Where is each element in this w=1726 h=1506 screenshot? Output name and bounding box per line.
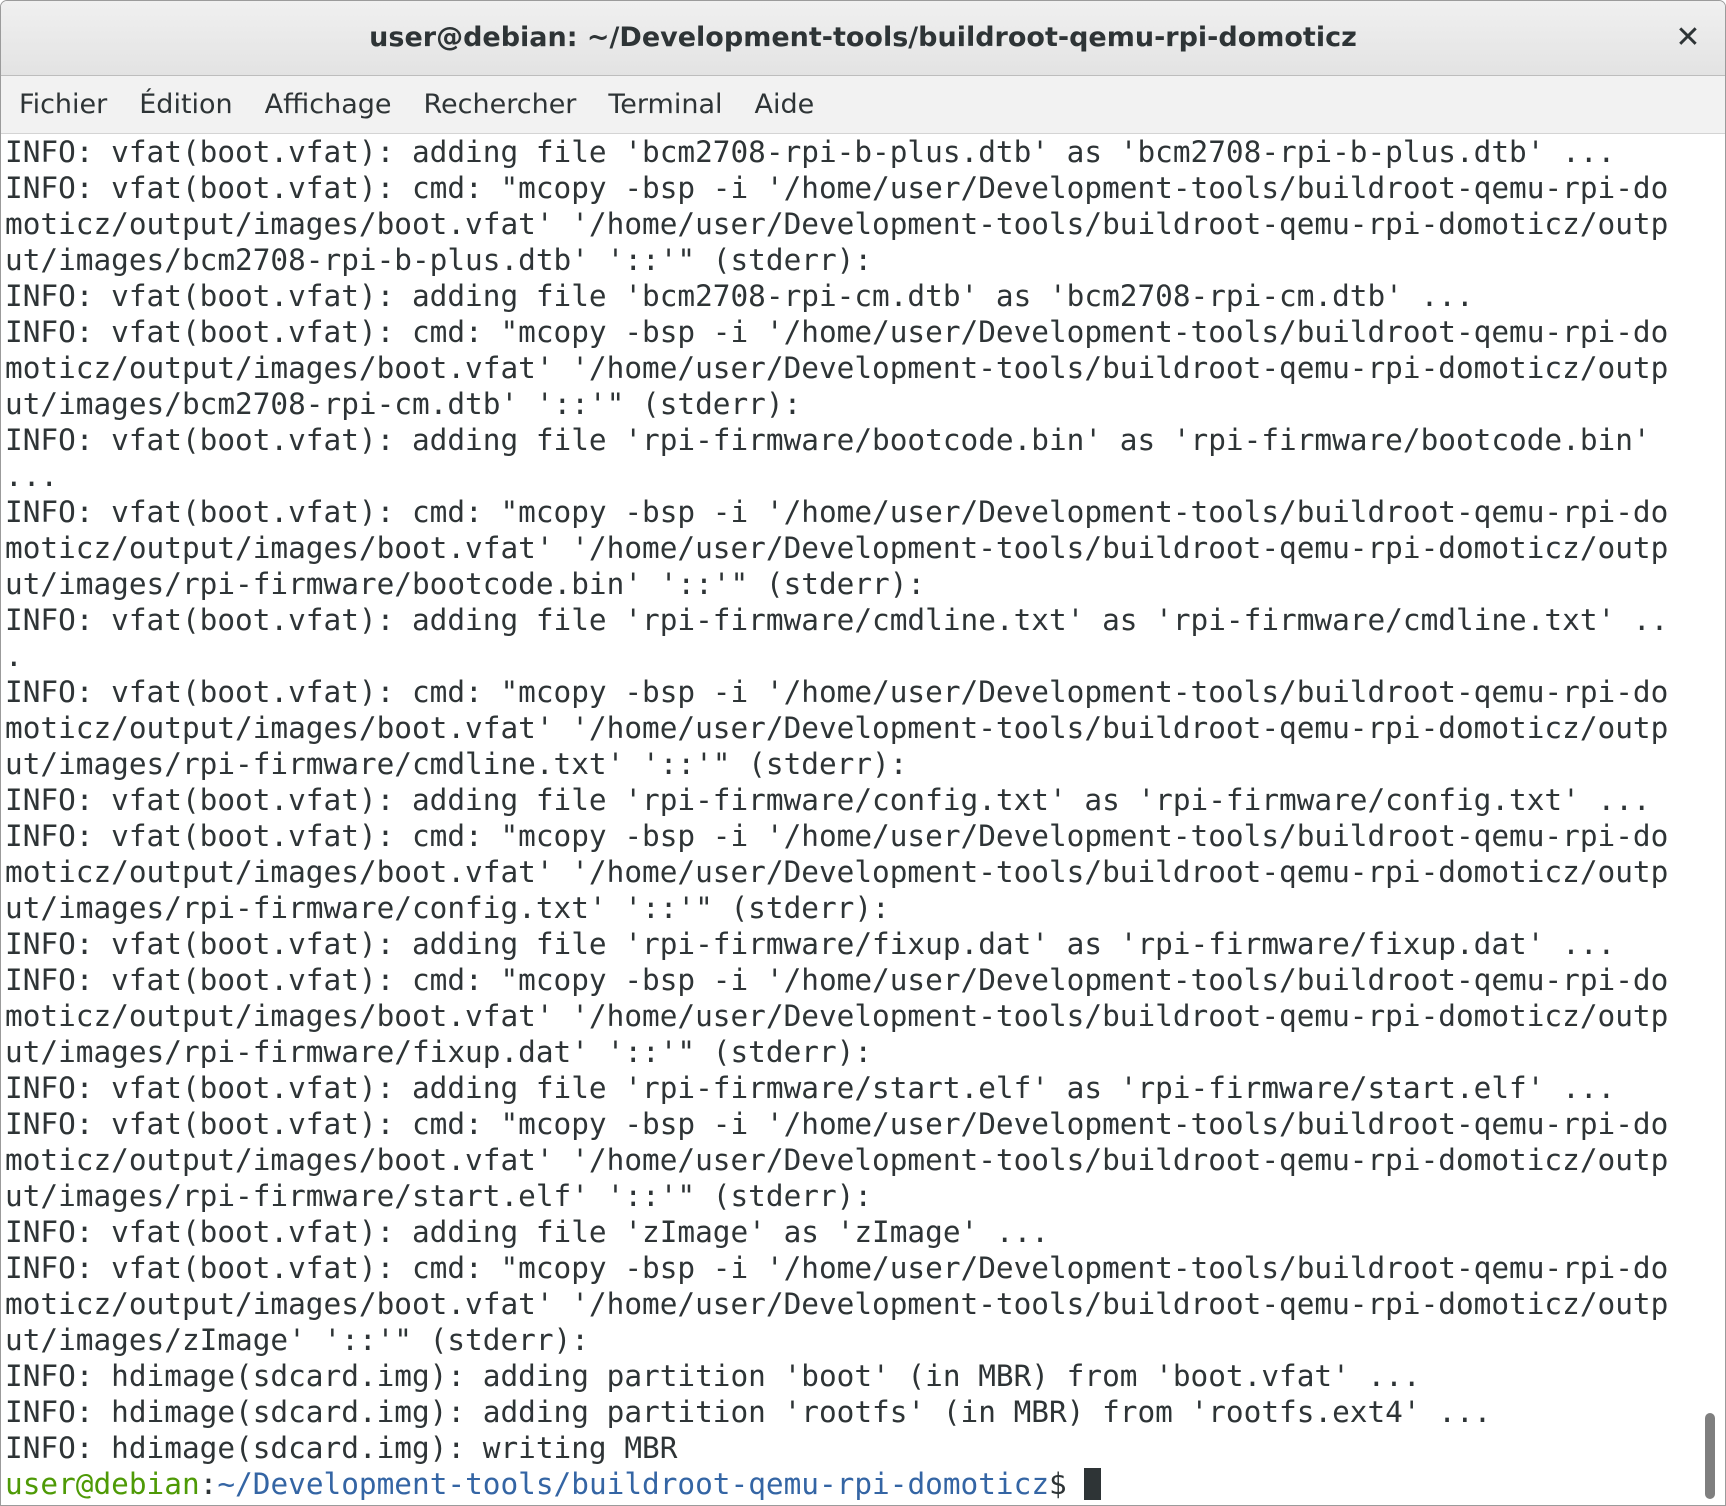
terminal-line: INFO: vfat(boot.vfat): adding file 'bcm2… xyxy=(5,279,1474,313)
terminal-line: moticz/output/images/boot.vfat' '/home/u… xyxy=(5,531,1669,565)
terminal-line: ut/images/bcm2708-rpi-b-plus.dtb' '::'" … xyxy=(5,243,873,277)
menu-edition[interactable]: Édition xyxy=(123,76,248,133)
prompt-user-host: user@debian xyxy=(5,1467,200,1501)
menu-aide[interactable]: Aide xyxy=(739,76,831,133)
menu-terminal[interactable]: Terminal xyxy=(592,76,738,133)
scrollbar[interactable] xyxy=(1695,134,1725,1505)
terminal-window: user@debian: ~/Development-tools/buildro… xyxy=(0,0,1726,1506)
terminal-line: moticz/output/images/boot.vfat' '/home/u… xyxy=(5,855,1669,889)
prompt-path: ~/Development-tools/buildroot-qemu-rpi-d… xyxy=(217,1467,1050,1501)
terminal-line: INFO: vfat(boot.vfat): cmd: "mcopy -bsp … xyxy=(5,315,1669,349)
terminal-line: moticz/output/images/boot.vfat' '/home/u… xyxy=(5,999,1669,1033)
terminal-line: moticz/output/images/boot.vfat' '/home/u… xyxy=(5,711,1669,745)
terminal-line: INFO: vfat(boot.vfat): cmd: "mcopy -bsp … xyxy=(5,1251,1669,1285)
terminal-line: ut/images/zImage' '::'" (stderr): xyxy=(5,1323,589,1357)
window-title: user@debian: ~/Development-tools/buildro… xyxy=(369,22,1357,53)
terminal-lines: INFO: vfat(boot.vfat): adding file 'bcm2… xyxy=(1,134,1695,1466)
terminal-line: INFO: vfat(boot.vfat): adding file 'rpi-… xyxy=(5,1071,1616,1105)
terminal-line: ut/images/rpi-firmware/config.txt' '::'"… xyxy=(5,891,890,925)
terminal-line: ... xyxy=(5,459,59,493)
terminal-line: INFO: vfat(boot.vfat): cmd: "mcopy -bsp … xyxy=(5,495,1669,529)
terminal-line: moticz/output/images/boot.vfat' '/home/u… xyxy=(5,1287,1669,1321)
menu-affichage[interactable]: Affichage xyxy=(249,76,408,133)
terminal-line: INFO: vfat(boot.vfat): adding file 'rpi-… xyxy=(5,603,1669,637)
prompt-line[interactable]: user@debian:~/Development-tools/buildroo… xyxy=(1,1466,1695,1502)
terminal-line: INFO: hdimage(sdcard.img): adding partit… xyxy=(5,1395,1492,1429)
terminal-line: INFO: vfat(boot.vfat): cmd: "mcopy -bsp … xyxy=(5,819,1669,853)
menu-fichier[interactable]: Fichier xyxy=(3,76,123,133)
terminal-line: moticz/output/images/boot.vfat' '/home/u… xyxy=(5,1143,1669,1177)
scrollbar-thumb[interactable] xyxy=(1705,1413,1715,1499)
title-bar[interactable]: user@debian: ~/Development-tools/buildro… xyxy=(1,1,1725,76)
close-icon[interactable]: ✕ xyxy=(1665,15,1711,61)
terminal-line: INFO: vfat(boot.vfat): adding file 'zIma… xyxy=(5,1215,1049,1249)
terminal-line: INFO: vfat(boot.vfat): cmd: "mcopy -bsp … xyxy=(5,171,1669,205)
terminal-line: INFO: vfat(boot.vfat): cmd: "mcopy -bsp … xyxy=(5,963,1669,997)
terminal-output[interactable]: INFO: vfat(boot.vfat): adding file 'bcm2… xyxy=(1,134,1695,1505)
terminal-line: ut/images/rpi-firmware/cmdline.txt' '::'… xyxy=(5,747,908,781)
terminal-line: INFO: vfat(boot.vfat): cmd: "mcopy -bsp … xyxy=(5,1107,1669,1141)
terminal-line: ut/images/rpi-firmware/fixup.dat' '::'" … xyxy=(5,1035,873,1069)
menu-bar: Fichier Édition Affichage Rechercher Ter… xyxy=(1,76,1725,134)
terminal-line: ut/images/bcm2708-rpi-cm.dtb' '::'" (std… xyxy=(5,387,802,421)
text-cursor xyxy=(1084,1468,1102,1500)
terminal-line: INFO: vfat(boot.vfat): adding file 'rpi-… xyxy=(5,423,1651,457)
terminal-line: INFO: vfat(boot.vfat): adding file 'rpi-… xyxy=(5,783,1651,817)
terminal-line: . xyxy=(5,639,23,673)
prompt-symbol: $ xyxy=(1049,1467,1085,1501)
terminal-line: ut/images/rpi-firmware/bootcode.bin' '::… xyxy=(5,567,926,601)
terminal-line: INFO: hdimage(sdcard.img): adding partit… xyxy=(5,1359,1421,1393)
terminal-line: INFO: hdimage(sdcard.img): writing MBR xyxy=(5,1431,678,1465)
terminal-line: INFO: vfat(boot.vfat): adding file 'bcm2… xyxy=(5,135,1616,169)
prompt-separator: : xyxy=(199,1467,218,1501)
terminal-line: moticz/output/images/boot.vfat' '/home/u… xyxy=(5,207,1669,241)
terminal-line: INFO: vfat(boot.vfat): adding file 'rpi-… xyxy=(5,927,1616,961)
menu-rechercher[interactable]: Rechercher xyxy=(408,76,593,133)
terminal-line: ut/images/rpi-firmware/start.elf' '::'" … xyxy=(5,1179,873,1213)
terminal-line: INFO: vfat(boot.vfat): cmd: "mcopy -bsp … xyxy=(5,675,1669,709)
terminal-line: moticz/output/images/boot.vfat' '/home/u… xyxy=(5,351,1669,385)
